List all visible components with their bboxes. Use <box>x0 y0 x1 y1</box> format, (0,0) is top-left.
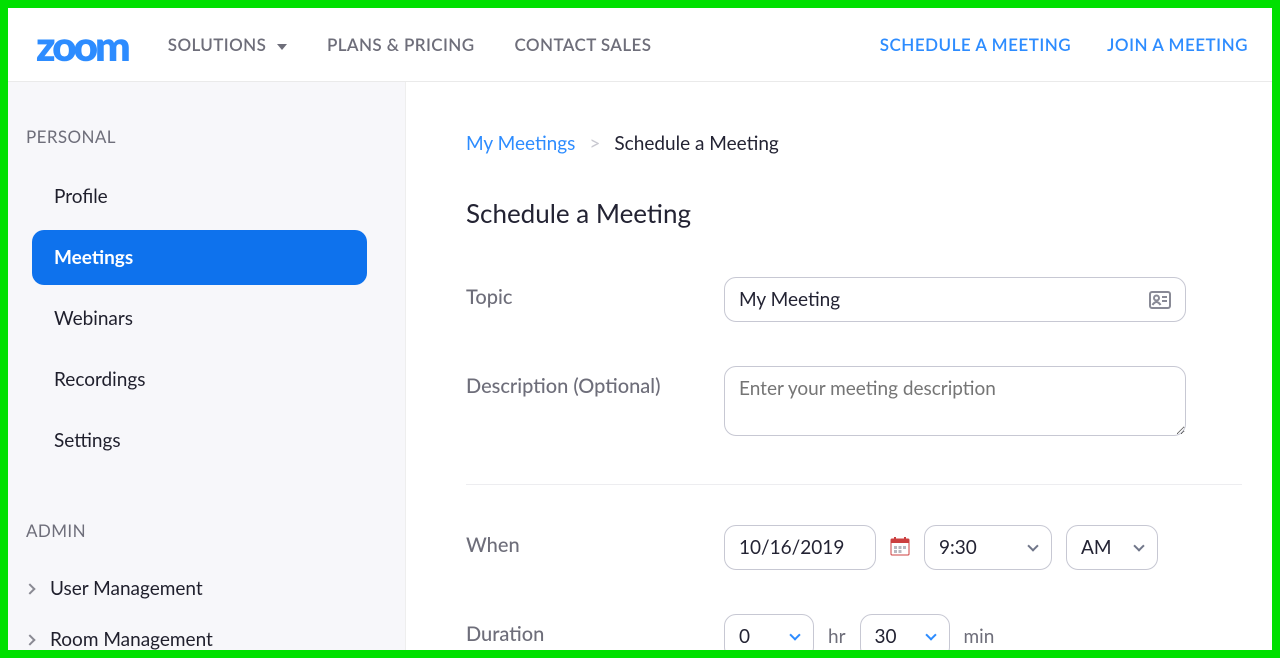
sidebar-item-label: User Management <box>50 577 203 600</box>
sidebar-item-webinars[interactable]: Webinars <box>32 291 367 346</box>
sidebar-section-personal: PERSONAL <box>26 126 387 147</box>
chevron-down-icon <box>789 629 800 640</box>
sidebar-item-user-management[interactable]: User Management <box>20 563 387 614</box>
nav-contact-sales[interactable]: CONTACT SALES <box>514 34 651 55</box>
sidebar-item-recordings[interactable]: Recordings <box>32 352 367 407</box>
sidebar: PERSONAL Profile Meetings Webinars Recor… <box>8 82 406 650</box>
breadcrumb-current: Schedule a Meeting <box>614 132 778 155</box>
nav-solutions-label: SOLUTIONS <box>168 34 267 55</box>
breadcrumb: My Meetings > Schedule a Meeting <box>466 132 1242 155</box>
label-topic: Topic <box>466 277 724 309</box>
when-time-value: 9:30 <box>939 536 977 559</box>
calendar-icon[interactable] <box>890 536 910 560</box>
description-textarea[interactable] <box>724 366 1186 436</box>
chevron-down-icon <box>1027 540 1038 551</box>
sidebar-section-admin: ADMIN <box>26 520 387 541</box>
when-date-input[interactable]: 10/16/2019 <box>724 525 876 570</box>
form-row-topic: Topic My Meeting <box>466 277 1242 322</box>
nav-join-meeting[interactable]: JOIN A MEETING <box>1107 34 1248 55</box>
nav-schedule-meeting[interactable]: SCHEDULE A MEETING <box>880 34 1071 55</box>
when-ampm-value: AM <box>1081 536 1112 559</box>
label-when: When <box>466 525 724 557</box>
main-content: My Meetings > Schedule a Meeting Schedul… <box>406 82 1272 650</box>
sidebar-item-label: Room Management <box>50 628 213 651</box>
page-title: Schedule a Meeting <box>466 197 1242 229</box>
duration-hours-value: 0 <box>739 625 750 648</box>
duration-minutes-unit: min <box>964 625 995 648</box>
topic-input[interactable]: My Meeting <box>724 277 1186 322</box>
sidebar-item-room-management[interactable]: Room Management <box>20 614 387 658</box>
form-row-duration: Duration 0 hr 30 min <box>466 614 1242 650</box>
label-description: Description (Optional) <box>466 366 724 398</box>
label-duration: Duration <box>466 614 724 646</box>
duration-minutes-value: 30 <box>875 625 897 648</box>
when-date-value: 10/16/2019 <box>739 536 844 559</box>
form-row-when: When 10/16/2019 <box>466 525 1242 570</box>
zoom-logo[interactable]: zoom <box>36 24 128 66</box>
when-ampm-select[interactable]: AM <box>1066 525 1158 570</box>
sidebar-item-profile[interactable]: Profile <box>32 169 367 224</box>
sidebar-item-meetings[interactable]: Meetings <box>32 230 367 285</box>
chevron-right-icon <box>24 583 35 594</box>
divider <box>466 484 1242 485</box>
duration-minutes-select[interactable]: 30 <box>860 614 950 650</box>
caret-down-icon <box>277 44 287 50</box>
sidebar-item-settings[interactable]: Settings <box>32 413 367 468</box>
breadcrumb-separator: > <box>589 132 600 155</box>
nav-plans-pricing[interactable]: PLANS & PRICING <box>327 34 475 55</box>
nav-main: SOLUTIONS PLANS & PRICING CONTACT SALES <box>168 34 652 55</box>
duration-hours-unit: hr <box>828 625 846 648</box>
form-row-description: Description (Optional) <box>466 366 1242 440</box>
when-time-select[interactable]: 9:30 <box>924 525 1052 570</box>
topic-value: My Meeting <box>739 288 840 311</box>
nav-solutions[interactable]: SOLUTIONS <box>168 34 287 55</box>
breadcrumb-root[interactable]: My Meetings <box>466 132 575 155</box>
chevron-down-icon <box>1133 540 1144 551</box>
duration-hours-select[interactable]: 0 <box>724 614 814 650</box>
chevron-right-icon <box>24 634 35 645</box>
top-nav: zoom SOLUTIONS PLANS & PRICING CONTACT S… <box>8 8 1272 82</box>
nav-right: SCHEDULE A MEETING JOIN A MEETING <box>880 34 1248 55</box>
chevron-down-icon <box>925 629 936 640</box>
contact-card-icon[interactable] <box>1149 291 1171 309</box>
